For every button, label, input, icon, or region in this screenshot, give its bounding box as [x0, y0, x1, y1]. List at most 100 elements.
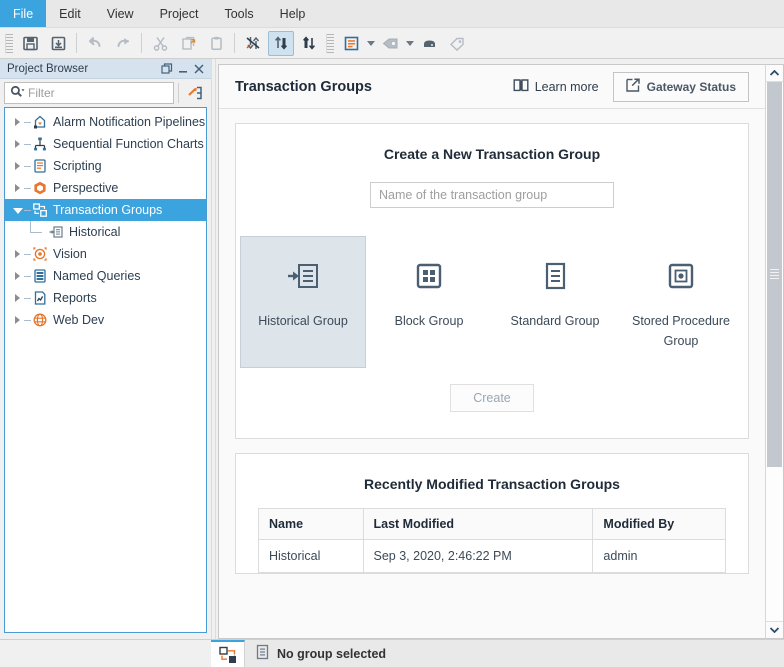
tag-browser-button[interactable] — [377, 31, 403, 56]
project-tree[interactable]: Alarm Notification Pipelines Sequential … — [4, 107, 207, 633]
redo-button[interactable] — [110, 31, 136, 56]
gateway-status-button[interactable]: Gateway Status — [612, 71, 749, 102]
workspace-tab-transaction-groups[interactable] — [211, 640, 245, 667]
designer-mode-button[interactable] — [338, 31, 364, 56]
expand-triangle-icon[interactable] — [11, 243, 24, 265]
cell-last-modified: Sep 3, 2020, 2:46:22 PM — [362, 539, 594, 573]
tree-item-sequential-function-charts[interactable]: Sequential Function Charts — [5, 133, 206, 155]
cut-button[interactable] — [147, 31, 173, 56]
create-card-title: Create a New Transaction Group — [383, 146, 601, 162]
tree-item-perspective[interactable]: Perspective — [5, 177, 206, 199]
column-header-modified-by[interactable]: Modified By — [592, 508, 726, 540]
scroll-down-button[interactable] — [766, 621, 783, 638]
tree-item-vision[interactable]: Vision — [5, 243, 206, 265]
database-button[interactable] — [416, 31, 442, 56]
scroll-up-button[interactable] — [766, 65, 783, 82]
close-panel-icon[interactable] — [191, 61, 207, 77]
alarm-pipeline-icon — [31, 113, 49, 131]
search-input[interactable]: Filter — [4, 82, 174, 104]
menu-edit[interactable]: Edit — [46, 0, 94, 27]
type-card-standard-group[interactable]: Standard Group — [492, 236, 618, 368]
menu-tools[interactable]: Tools — [211, 0, 266, 27]
paste-button[interactable] — [203, 31, 229, 56]
undo-button[interactable] — [82, 31, 108, 56]
transaction-group-icon — [31, 201, 49, 219]
type-label: Stored Procedure Group — [632, 314, 730, 348]
search-dropdown-icon[interactable] — [10, 85, 25, 102]
menu-help[interactable]: Help — [267, 0, 319, 27]
report-icon — [31, 289, 49, 307]
scrollbar-track[interactable] — [766, 82, 783, 621]
tree-item-named-queries[interactable]: Named Queries — [5, 265, 206, 287]
expand-triangle-icon[interactable] — [11, 155, 24, 177]
tree-item-scripting[interactable]: Scripting — [5, 155, 206, 177]
designer-mode-dropdown[interactable] — [365, 32, 376, 54]
type-card-historical-group[interactable]: Historical Group — [240, 236, 366, 368]
tree-item-historical[interactable]: Historical — [5, 221, 206, 243]
tree-item-reports[interactable]: Reports — [5, 287, 206, 309]
copy-button[interactable] — [175, 31, 201, 56]
column-header-last-modified[interactable]: Last Modified — [362, 508, 594, 540]
tree-item-label: Historical — [69, 225, 121, 239]
scrollbar-grip — [770, 268, 779, 281]
menu-project[interactable]: Project — [147, 0, 212, 27]
toolbar-grip-2[interactable] — [326, 33, 334, 53]
comm-disconnect-button[interactable] — [240, 31, 266, 56]
jump-to-icon[interactable] — [183, 81, 207, 105]
expand-triangle-icon[interactable] — [11, 177, 24, 199]
maximize-panel-icon[interactable] — [159, 61, 175, 77]
group-type-selector: Historical Group Block Group Standard Gr… — [236, 218, 748, 376]
collapse-triangle-icon[interactable] — [11, 199, 24, 221]
tree-item-label: Perspective — [53, 181, 119, 195]
historical-group-icon — [286, 259, 320, 293]
create-button[interactable]: Create — [450, 384, 534, 412]
toolbar-separator — [234, 33, 235, 53]
designer-window: File Edit View Project Tools Help Projec… — [0, 0, 784, 667]
toolbar-separator — [141, 33, 142, 53]
project-browser-titlebar: Project Browser — [0, 59, 211, 79]
scrollbar-thumb[interactable] — [767, 82, 782, 467]
tags-button[interactable] — [444, 31, 470, 56]
tree-item-label: Sequential Function Charts — [53, 137, 204, 151]
learn-more-link[interactable]: Learn more — [513, 78, 599, 95]
standard-group-icon — [540, 259, 570, 293]
tree-item-web-dev[interactable]: Web Dev — [5, 309, 206, 331]
tree-item-label: Vision — [53, 247, 87, 261]
expand-triangle-icon[interactable] — [11, 133, 24, 155]
menu-view[interactable]: View — [94, 0, 147, 27]
save-button[interactable] — [17, 31, 43, 56]
table-row[interactable]: Historical Sep 3, 2020, 2:46:22 PM admin — [258, 539, 726, 573]
tree-item-label: Alarm Notification Pipelines — [53, 115, 206, 129]
tree-item-transaction-groups[interactable]: Transaction Groups — [5, 199, 206, 221]
group-name-input[interactable] — [370, 182, 614, 208]
status-left-filler — [0, 640, 211, 667]
comm-read-write-button[interactable] — [268, 30, 294, 56]
tag-dropdown[interactable] — [404, 32, 415, 54]
panel-title-label: Project Browser — [7, 62, 89, 75]
transaction-groups-page: Transaction Groups Learn more Gateway St… — [218, 64, 765, 639]
toolbar-grip[interactable] — [5, 33, 13, 53]
tree-connector — [24, 143, 31, 145]
cell-modified-by: admin — [592, 539, 726, 573]
gateway-status-label: Gateway Status — [646, 79, 736, 94]
expand-triangle-icon[interactable] — [11, 265, 24, 287]
workspace-vertical-scrollbar[interactable] — [765, 64, 784, 639]
tree-connector — [24, 275, 31, 277]
status-message-area: No group selected — [245, 640, 784, 667]
expand-triangle-icon[interactable] — [11, 287, 24, 309]
page-title: Transaction Groups — [235, 78, 372, 95]
type-card-block-group[interactable]: Block Group — [366, 236, 492, 368]
menu-file[interactable]: File — [0, 0, 47, 27]
create-row: Create — [236, 376, 748, 438]
column-header-name[interactable]: Name — [258, 508, 364, 540]
expand-triangle-icon[interactable] — [11, 111, 24, 133]
main-toolbar — [0, 28, 784, 59]
expand-triangle-icon[interactable] — [11, 309, 24, 331]
comm-read-only-button[interactable] — [296, 31, 322, 56]
type-card-stored-procedure-group[interactable]: Stored Procedure Group — [618, 236, 744, 368]
stored-procedure-group-icon — [666, 259, 696, 293]
tree-item-label: Reports — [53, 291, 97, 305]
save-all-button[interactable] — [45, 31, 71, 56]
minimize-panel-icon[interactable] — [175, 61, 191, 77]
tree-item-alarm-notification-pipelines[interactable]: Alarm Notification Pipelines — [5, 111, 206, 133]
